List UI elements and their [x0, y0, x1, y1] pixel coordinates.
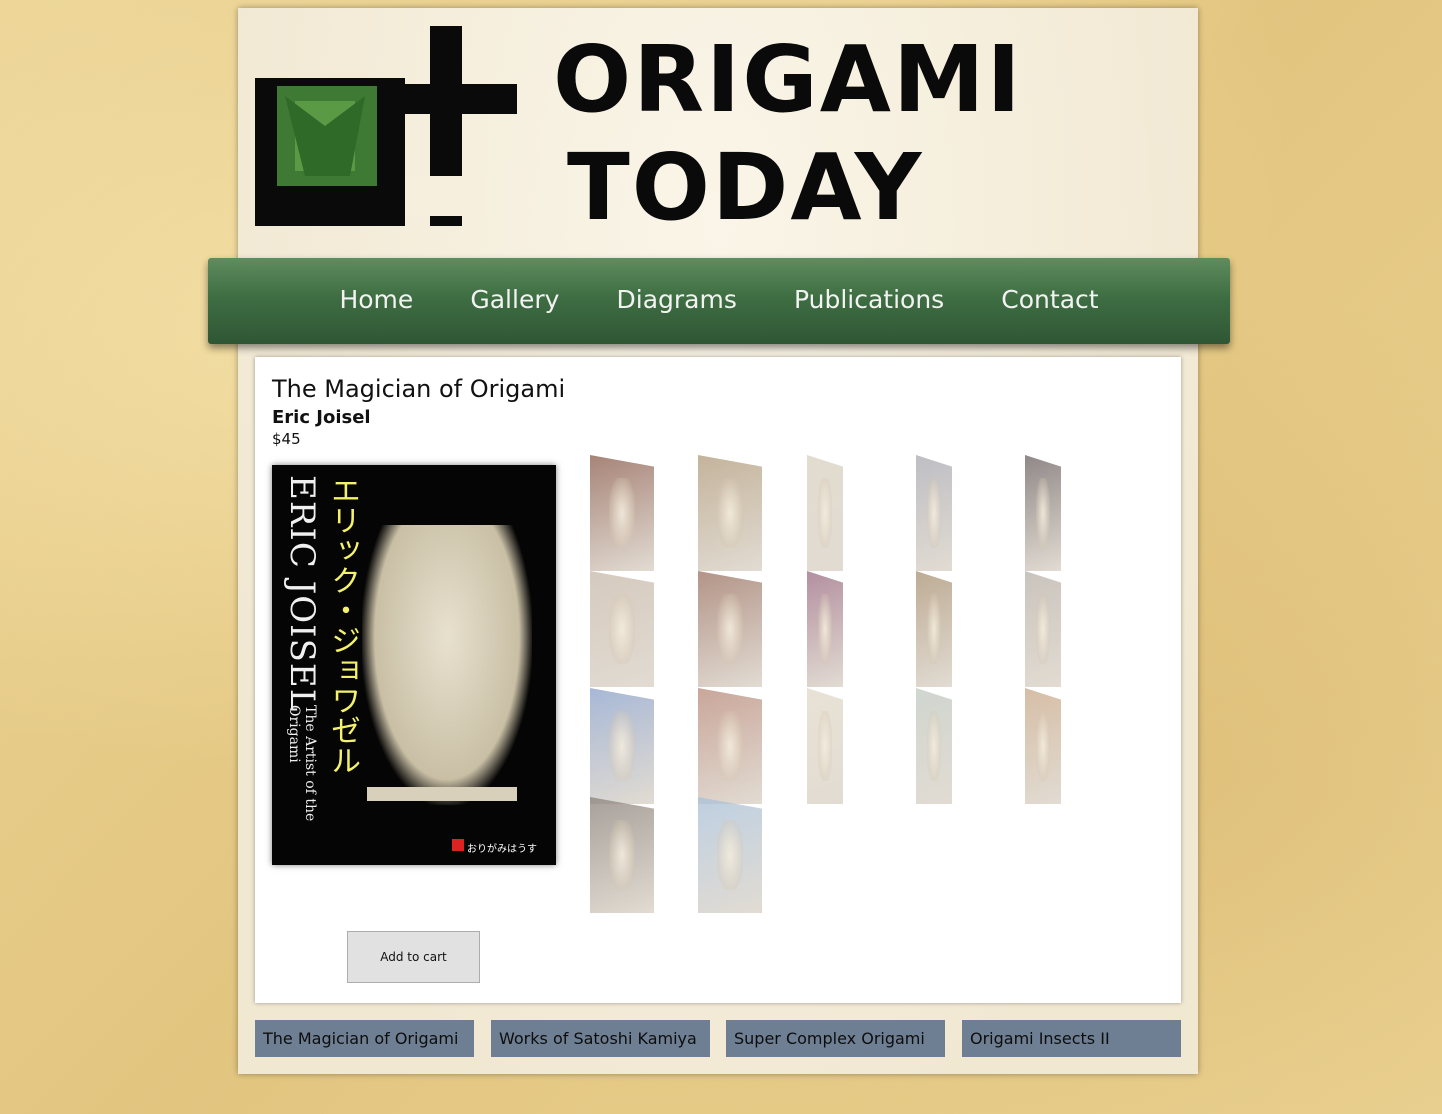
gallery-thumbnail[interactable]: [698, 571, 762, 687]
cover-figure-base: [367, 787, 517, 801]
cover-figure: [362, 525, 532, 805]
tab-origami-insects-ii[interactable]: Origami Insects II: [962, 1020, 1181, 1057]
gallery-thumbnail[interactable]: [807, 455, 843, 571]
gallery-thumbnail[interactable]: [590, 797, 654, 913]
gallery-thumbnail[interactable]: [916, 455, 952, 571]
publisher-logo-icon: [452, 839, 464, 851]
gallery-thumbnail[interactable]: [807, 688, 843, 804]
product-title: The Magician of Origami: [272, 375, 566, 403]
gallery-thumbnail[interactable]: [1025, 688, 1061, 804]
cover-subtitle: The Artist of the Origami: [286, 705, 318, 822]
gallery-thumbnail[interactable]: [807, 571, 843, 687]
gallery-thumbnail[interactable]: [916, 688, 952, 804]
nav-contact[interactable]: Contact: [1001, 285, 1098, 314]
book-cover-image[interactable]: ERIC JOISEL エリック・ジョワゼル The Artist of the…: [272, 465, 556, 865]
site-title-line1: ORIGAMI: [553, 26, 1023, 133]
tab-works-of-satoshi-kamiya[interactable]: Works of Satoshi Kamiya: [491, 1020, 710, 1057]
gallery-thumbnail[interactable]: [590, 688, 654, 804]
gallery-thumbnail[interactable]: [698, 455, 762, 571]
gallery-thumbnail[interactable]: [916, 571, 952, 687]
tab-magician-of-origami[interactable]: The Magician of Origami: [255, 1020, 474, 1057]
nav-gallery[interactable]: Gallery: [470, 285, 559, 314]
gallery-thumbnail[interactable]: [1025, 571, 1061, 687]
gallery-thumbnail[interactable]: [1025, 455, 1061, 571]
origami-today-logo-icon[interactable]: [255, 26, 517, 226]
site-title[interactable]: ORIGAMI TODAY: [553, 26, 1023, 242]
add-to-cart-button[interactable]: Add to cart: [347, 931, 480, 983]
main-nav: Home Gallery Diagrams Publications Conta…: [208, 258, 1230, 344]
gallery-thumbnail[interactable]: [590, 571, 654, 687]
cover-publisher: おりがみはうす: [467, 844, 537, 855]
site-title-line2: TODAY: [567, 134, 924, 241]
product-panel: The Magician of Origami Eric Joisel $45 …: [255, 357, 1181, 1003]
cover-japanese-title: エリック・ジョワゼル: [325, 475, 360, 775]
gallery-thumbnail[interactable]: [698, 797, 762, 913]
cover-author-name: ERIC JOISEL: [282, 475, 322, 713]
nav-home[interactable]: Home: [339, 285, 413, 314]
gallery-thumbnail[interactable]: [698, 688, 762, 804]
gallery-thumbnail[interactable]: [590, 455, 654, 571]
nav-publications[interactable]: Publications: [794, 285, 944, 314]
product-price: $45: [272, 430, 301, 448]
product-author: Eric Joisel: [272, 407, 371, 428]
tab-super-complex-origami[interactable]: Super Complex Origami: [726, 1020, 945, 1057]
nav-diagrams[interactable]: Diagrams: [617, 285, 737, 314]
